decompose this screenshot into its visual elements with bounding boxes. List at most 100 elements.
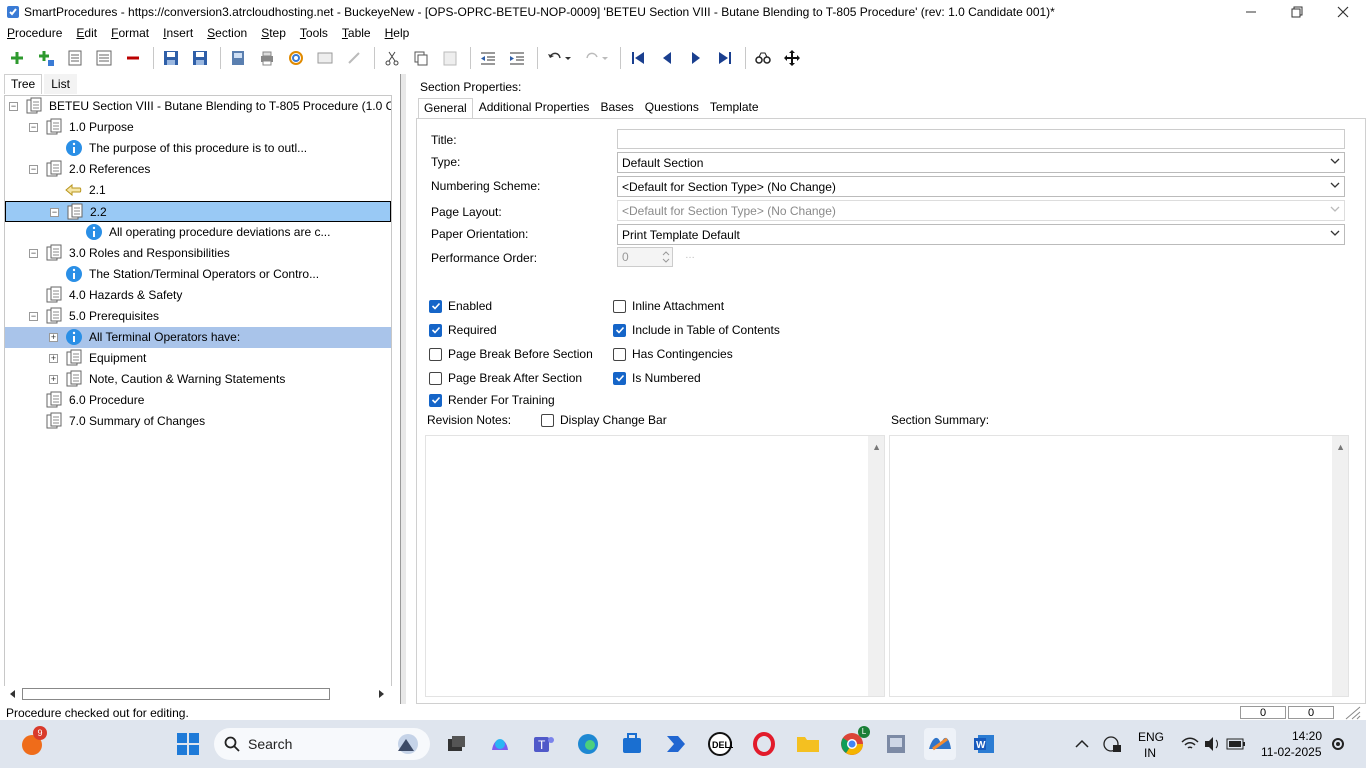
section-summary-scrollbar[interactable]: ▲ xyxy=(1332,436,1348,696)
section-summary-textarea[interactable]: ▲ xyxy=(889,435,1349,697)
page-layout-select[interactable]: <Default for Section Type> (No Change) xyxy=(617,200,1345,221)
tree-item[interactable]: + Note, Caution & Warning Statements xyxy=(5,369,391,390)
restore-button[interactable] xyxy=(1274,0,1320,24)
redo-button[interactable] xyxy=(579,45,613,71)
word-button[interactable]: W xyxy=(968,728,1000,760)
tree-item[interactable]: − 3.0 Roles and Responsibilities xyxy=(5,243,391,264)
collapse-icon[interactable]: − xyxy=(29,312,38,321)
menu-procedure[interactable]: Procedure xyxy=(0,26,69,40)
show-hidden-icons-button[interactable] xyxy=(1066,728,1098,760)
teams-button[interactable]: T xyxy=(528,728,560,760)
first-button[interactable] xyxy=(625,45,651,71)
type-select[interactable]: Default Section xyxy=(617,152,1345,173)
menu-section[interactable]: Section xyxy=(200,26,254,40)
indent-button[interactable] xyxy=(504,45,530,71)
required-checkbox[interactable]: Required xyxy=(429,323,497,337)
has-contingencies-checkbox[interactable]: Has Contingencies xyxy=(613,347,733,361)
battery-button[interactable] xyxy=(1220,728,1252,760)
performance-order-more-button[interactable]: … xyxy=(685,250,703,264)
collapse-icon[interactable]: − xyxy=(9,102,18,111)
collapse-icon[interactable]: − xyxy=(50,208,59,217)
vpn-tray-button[interactable] xyxy=(1096,728,1128,760)
tree-item[interactable]: − BETEU Section VIII - Butane Blending to… xyxy=(5,96,391,117)
weather-widget[interactable]: 9 xyxy=(16,726,48,760)
collapse-icon[interactable]: − xyxy=(29,249,38,258)
save-all-button[interactable] xyxy=(158,45,184,71)
tab-bases[interactable]: Bases xyxy=(595,98,638,118)
paste-button[interactable] xyxy=(437,45,463,71)
tree-item[interactable]: + Equipment xyxy=(5,348,391,369)
file-explorer-button[interactable] xyxy=(792,728,824,760)
tree-item[interactable]: 4.0 Hazards & Safety xyxy=(5,285,391,306)
notifications-button[interactable] xyxy=(1326,728,1350,760)
undo-button[interactable] xyxy=(542,45,576,71)
remote-desktop-button[interactable] xyxy=(880,728,912,760)
clock-time[interactable]: 14:20 xyxy=(1292,729,1322,743)
tab-questions[interactable]: Questions xyxy=(640,98,704,118)
menu-edit[interactable]: Edit xyxy=(69,26,104,40)
tree-item[interactable]: 7.0 Summary of Changes xyxy=(5,411,391,432)
add-child-button[interactable] xyxy=(33,45,59,71)
start-button[interactable] xyxy=(172,728,204,760)
tree-item[interactable]: 2.1 xyxy=(5,180,391,201)
is-numbered-checkbox[interactable]: Is Numbered xyxy=(613,371,701,385)
collapse-icon[interactable]: − xyxy=(29,123,38,132)
tree-item[interactable]: 6.0 Procedure xyxy=(5,390,391,411)
clock-date[interactable]: 11-02-2025 xyxy=(1261,745,1322,759)
panel-splitter[interactable] xyxy=(400,74,406,704)
tab-additional-properties[interactable]: Additional Properties xyxy=(474,98,595,118)
outdent-button[interactable] xyxy=(475,45,501,71)
tree-item[interactable]: − 5.0 Prerequisites xyxy=(5,306,391,327)
smartprocedures-button[interactable] xyxy=(924,728,956,760)
expand-icon[interactable]: + xyxy=(49,354,58,363)
cut-button[interactable] xyxy=(379,45,405,71)
add-button[interactable] xyxy=(4,45,30,71)
minimize-button[interactable] xyxy=(1228,0,1274,24)
chrome-button[interactable]: L xyxy=(836,726,870,760)
taskbar-search[interactable]: Search xyxy=(214,728,430,760)
region-label[interactable]: IN xyxy=(1144,746,1156,760)
tree-item[interactable]: − 2.0 References xyxy=(5,159,391,180)
export-button[interactable] xyxy=(225,45,251,71)
revision-notes-textarea[interactable]: ▲ xyxy=(425,435,885,697)
tab-list[interactable]: List xyxy=(44,74,77,94)
scrollbar-thumb[interactable] xyxy=(22,688,330,700)
language-label[interactable]: ENG xyxy=(1138,730,1164,744)
list-edit-button[interactable] xyxy=(91,45,117,71)
tree-item[interactable]: − 2.2 xyxy=(5,201,391,222)
find-button[interactable] xyxy=(750,45,776,71)
tree-horizontal-scrollbar[interactable] xyxy=(4,686,392,702)
print-button[interactable] xyxy=(254,45,280,71)
render-for-training-checkbox[interactable]: Render For Training xyxy=(429,393,555,407)
copy-button[interactable] xyxy=(408,45,434,71)
revision-notes-scrollbar[interactable]: ▲ xyxy=(868,436,884,696)
tree-item[interactable]: + All Terminal Operators have: xyxy=(5,327,391,348)
spell-check-button[interactable] xyxy=(283,45,309,71)
include-toc-checkbox[interactable]: Include in Table of Contents xyxy=(613,323,780,337)
remove-button[interactable] xyxy=(120,45,146,71)
page-break-before-checkbox[interactable]: Page Break Before Section xyxy=(429,347,593,361)
opera-button[interactable] xyxy=(748,728,780,760)
list-button[interactable] xyxy=(62,45,88,71)
last-button[interactable] xyxy=(712,45,738,71)
paper-orientation-select[interactable]: Print Template Default xyxy=(617,224,1345,245)
title-input[interactable] xyxy=(617,129,1345,149)
previous-button[interactable] xyxy=(654,45,680,71)
enabled-checkbox[interactable]: Enabled xyxy=(429,299,492,313)
move-button[interactable] xyxy=(779,45,805,71)
store-button[interactable] xyxy=(616,728,648,760)
tree-item[interactable]: The Station/Terminal Operators or Contro… xyxy=(5,264,391,285)
menu-format[interactable]: Format xyxy=(104,26,156,40)
display-change-bar-checkbox[interactable]: Display Change Bar xyxy=(541,413,667,427)
page-break-after-checkbox[interactable]: Page Break After Section xyxy=(429,371,582,385)
menu-tools[interactable]: Tools xyxy=(293,26,335,40)
form-button[interactable] xyxy=(312,45,338,71)
next-button[interactable] xyxy=(683,45,709,71)
performance-order-spinner[interactable]: 0 xyxy=(617,247,673,267)
link-button[interactable] xyxy=(341,45,367,71)
close-button[interactable] xyxy=(1320,0,1366,24)
inline-attachment-checkbox[interactable]: Inline Attachment xyxy=(613,299,724,313)
dell-button[interactable]: DELL xyxy=(704,728,736,760)
menu-help[interactable]: Help xyxy=(378,26,417,40)
expand-icon[interactable]: + xyxy=(49,375,58,384)
